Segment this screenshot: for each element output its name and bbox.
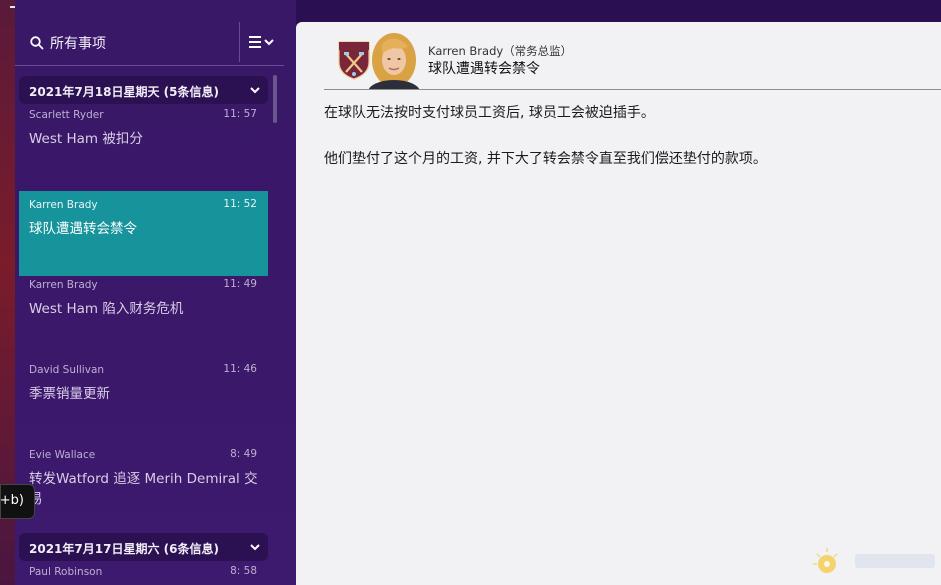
detail-title: 球队遭遇转会禁令 <box>428 61 540 77</box>
chevron-down-icon <box>250 544 260 551</box>
message-sender: Karren Brady <box>29 279 98 291</box>
message-item-selected[interactable]: Karren Brady 11: 52 球队遭遇转会禁令 <box>19 191 268 276</box>
message-time: 8: 49 <box>230 448 257 460</box>
divider <box>324 89 941 90</box>
message-sender: Paul Robinson <box>29 566 103 578</box>
tooltip-text: +b) <box>0 493 24 508</box>
message-detail-panel: Karren Brady（常务总监） 球队遭遇转会禁令 在球队无法按时支付球员工… <box>296 22 941 585</box>
message-sender: Evie Wallace <box>29 449 96 461</box>
message-sender: David Sullivan <box>29 364 105 376</box>
chevron-down-icon <box>250 87 260 94</box>
message-sender: Scarlett Ryder <box>29 109 104 121</box>
sender-portrait-avatar <box>368 33 420 90</box>
message-item[interactable]: Paul Robinson 8: 58 <box>19 558 268 585</box>
message-subject: 球队遭遇转会禁令 <box>29 221 137 237</box>
detail-sender: Karren Brady（常务总监） <box>428 44 573 58</box>
message-paragraph: 他们垫付了这个月的工资, 并下大了转会禁令直至我们偿还垫付的款项。 <box>324 151 767 167</box>
inbox-sidebar: 所有事项 2021年7月18日星期天 (5条信息) Scarlett Ryder… <box>15 0 296 585</box>
message-time: 11: 52 <box>223 198 257 210</box>
message-sender: Karren Brady <box>29 199 98 211</box>
message-subject: 转发Watford 追逐 Merih Demiral 交易 <box>29 471 258 507</box>
message-item[interactable]: David Sullivan 11: 46 季票销量更新 <box>19 356 268 441</box>
message-time: 8: 58 <box>230 565 257 577</box>
search-label: 所有事项 <box>50 36 106 52</box>
scrollbar-thumb[interactable] <box>273 75 277 123</box>
message-subject: West Ham 被扣分 <box>29 131 143 147</box>
message-time: 11: 49 <box>223 278 257 290</box>
message-item[interactable]: Karren Brady 11: 49 West Ham 陷入财务危机 <box>19 271 268 356</box>
date-group-header[interactable]: 2021年7月18日星期天 (5条信息) <box>19 76 268 104</box>
date-group-label: 2021年7月18日星期天 (5条信息) <box>29 85 219 99</box>
filter-menu-button[interactable] <box>247 32 279 52</box>
message-paragraph: 在球队无法按时支付球员工资后, 球员工会被迫插手。 <box>324 105 655 121</box>
shortcut-tooltip: +b) <box>0 484 35 519</box>
message-time: 11: 46 <box>223 363 257 375</box>
message-time: 11: 57 <box>223 108 257 120</box>
divider <box>239 22 240 62</box>
message-subject: 季票销量更新 <box>29 386 110 402</box>
message-item[interactable]: Evie Wallace 8: 49 转发Watford 追逐 Merih De… <box>19 441 268 526</box>
message-subject: West Ham 陷入财务危机 <box>29 301 184 317</box>
inbox-search[interactable]: 所有事项 <box>15 22 284 66</box>
search-icon <box>30 36 44 50</box>
message-item[interactable]: Scarlett Ryder 11: 57 West Ham 被扣分 <box>19 101 268 186</box>
date-group-header[interactable]: 2021年7月17日星期六 (6条信息) <box>19 533 268 561</box>
date-group-label: 2021年7月17日星期六 (6条信息) <box>29 542 219 556</box>
watermark-logo <box>813 548 935 573</box>
